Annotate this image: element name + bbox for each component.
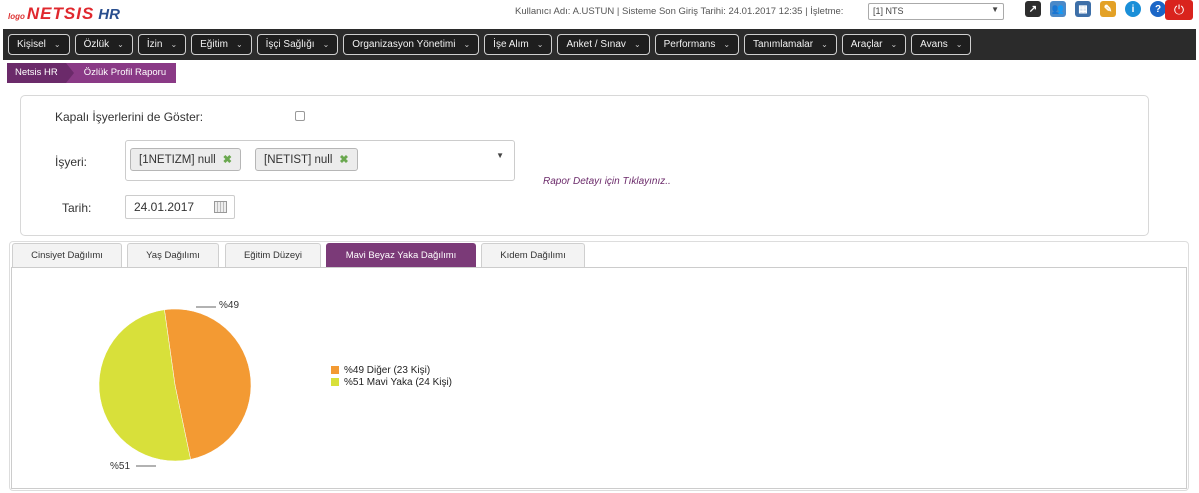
chart-legend: %49 Diğer (23 Kişi) %51 Mavi Yaka (24 Ki… (331, 364, 452, 388)
legend-item[interactable]: %51 Mavi Yaka (24 Kişi) (331, 376, 452, 388)
legend-label: %51 Mavi Yaka (24 Kişi) (344, 376, 453, 388)
legend-label: %49 Diğer (23 Kişi) (344, 364, 431, 376)
legend-item[interactable]: %49 Diğer (23 Kişi) (331, 364, 452, 376)
pie-chart (98, 306, 252, 467)
slice-label: %49 (219, 300, 240, 311)
legend-swatch (331, 378, 339, 386)
slice-label: %51 (110, 461, 131, 472)
legend-swatch (331, 366, 339, 374)
